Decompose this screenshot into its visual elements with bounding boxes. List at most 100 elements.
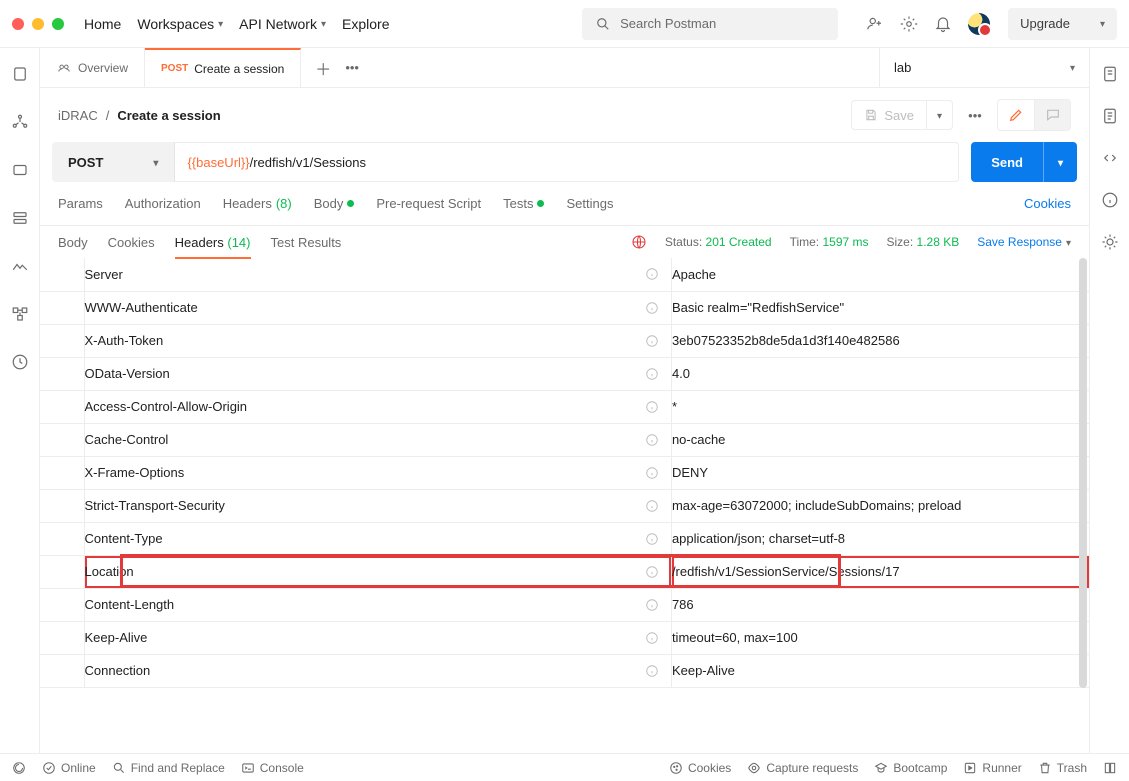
- info-icon[interactable]: [645, 598, 659, 612]
- online-status[interactable]: Online: [42, 761, 96, 775]
- info-icon[interactable]: [645, 400, 659, 414]
- window-controls[interactable]: [12, 18, 64, 30]
- http-method-selector[interactable]: POST ▾: [52, 142, 175, 182]
- sync-status-icon[interactable]: [12, 761, 26, 775]
- environments-icon[interactable]: [10, 160, 30, 180]
- nav-explore[interactable]: Explore: [342, 16, 389, 32]
- tab-options-icon[interactable]: •••: [345, 60, 359, 75]
- header-key-cell: OData-Version: [84, 357, 671, 390]
- docs-pane-icon[interactable]: [1100, 64, 1120, 84]
- invite-icon[interactable]: [866, 15, 884, 33]
- apis-icon[interactable]: [10, 112, 30, 132]
- status-value: 201 Created: [706, 235, 772, 249]
- header-value-cell: 786: [671, 588, 1089, 621]
- reqtab-settings[interactable]: Settings: [566, 196, 613, 211]
- info-icon[interactable]: [645, 532, 659, 546]
- info-icon[interactable]: [645, 631, 659, 645]
- info-pane-icon[interactable]: [1100, 190, 1120, 210]
- info-icon[interactable]: [645, 301, 659, 315]
- tab-request[interactable]: POST Create a session: [145, 48, 301, 87]
- monitors-icon[interactable]: [10, 256, 30, 276]
- trash-button[interactable]: Trash: [1038, 761, 1087, 775]
- restab-test-results[interactable]: Test Results: [271, 235, 342, 250]
- network-globe-icon[interactable]: [631, 234, 647, 250]
- code-pane-icon[interactable]: [1100, 148, 1120, 168]
- footer-cookies-button[interactable]: Cookies: [669, 761, 731, 775]
- mock-servers-icon[interactable]: [10, 208, 30, 228]
- info-icon[interactable]: [645, 664, 659, 678]
- reqtab-headers[interactable]: Headers (8): [223, 196, 292, 211]
- chevron-down-icon: ▾: [1100, 19, 1105, 30]
- restab-headers[interactable]: Headers (14): [175, 235, 251, 250]
- related-pane-icon[interactable]: [1100, 232, 1120, 252]
- close-window-icon[interactable]: [12, 18, 24, 30]
- minimize-window-icon[interactable]: [32, 18, 44, 30]
- header-key-cell: Content-Length: [84, 588, 671, 621]
- url-input[interactable]: {{baseUrl}}/redfish/v1/Sessions: [175, 142, 959, 182]
- save-button[interactable]: Save: [851, 100, 927, 130]
- header-value: Keep-Alive: [672, 663, 735, 678]
- cookies-link[interactable]: Cookies: [1024, 196, 1071, 211]
- row-gutter: [40, 654, 84, 687]
- time-value: 1597 ms: [822, 235, 868, 249]
- reqtab-body[interactable]: Body: [314, 196, 355, 211]
- save-response-label: Save Response: [977, 235, 1062, 249]
- reqtab-prerequest[interactable]: Pre-request Script: [376, 196, 481, 211]
- info-icon[interactable]: [645, 367, 659, 381]
- info-icon[interactable]: [645, 433, 659, 447]
- panes-toggle-button[interactable]: [1103, 761, 1117, 775]
- header-value: *: [672, 399, 677, 414]
- runner-button[interactable]: Runner: [963, 761, 1021, 775]
- collections-icon[interactable]: [10, 64, 30, 84]
- reqtab-authorization[interactable]: Authorization: [125, 196, 201, 211]
- save-response-button[interactable]: Save Response ▾: [977, 235, 1071, 249]
- edit-docs-button[interactable]: [998, 100, 1034, 130]
- row-gutter: [40, 456, 84, 489]
- reqtab-params[interactable]: Params: [58, 196, 103, 211]
- bootcamp-button[interactable]: Bootcamp: [874, 761, 947, 775]
- table-row: Cache-Controlno-cache: [40, 423, 1089, 456]
- comments-button[interactable]: [1034, 100, 1070, 130]
- info-icon[interactable]: [645, 499, 659, 513]
- new-tab-button[interactable]: ＋: [315, 56, 331, 80]
- tab-overview[interactable]: Overview: [40, 48, 145, 87]
- scrollbar[interactable]: [1079, 258, 1087, 688]
- flows-icon[interactable]: [10, 304, 30, 324]
- comments-pane-icon[interactable]: [1100, 106, 1120, 126]
- more-actions-button[interactable]: •••: [963, 108, 987, 123]
- settings-gear-icon[interactable]: [900, 15, 918, 33]
- restab-body[interactable]: Body: [58, 235, 88, 250]
- info-icon[interactable]: [645, 334, 659, 348]
- environment-selector[interactable]: lab ▾: [879, 48, 1089, 87]
- send-button[interactable]: Send ▾: [971, 142, 1077, 182]
- nav-api-network[interactable]: API Network ▾: [239, 16, 326, 32]
- header-value-cell: Keep-Alive: [671, 654, 1089, 687]
- send-options-caret[interactable]: ▾: [1043, 142, 1077, 182]
- notifications-bell-icon[interactable]: [934, 15, 952, 33]
- info-icon[interactable]: [645, 565, 659, 579]
- info-icon[interactable]: [645, 267, 659, 281]
- nav-home[interactable]: Home: [84, 16, 121, 32]
- info-icon[interactable]: [645, 466, 659, 480]
- breadcrumb-root[interactable]: iDRAC: [58, 108, 98, 123]
- console-button[interactable]: Console: [241, 761, 304, 775]
- save-label: Save: [884, 108, 914, 123]
- find-replace-button[interactable]: Find and Replace: [112, 761, 225, 775]
- avatar[interactable]: [968, 13, 990, 35]
- restab-cookies[interactable]: Cookies: [108, 235, 155, 250]
- nav-workspaces[interactable]: Workspaces ▾: [137, 16, 223, 32]
- status-bar: Online Find and Replace Console Cookies …: [0, 753, 1129, 781]
- search-input[interactable]: Search Postman: [582, 8, 838, 40]
- capture-label: Capture requests: [766, 761, 858, 775]
- save-options-button[interactable]: ▾: [927, 100, 953, 130]
- size-value: 1.28 KB: [917, 235, 960, 249]
- reqtab-body-label: Body: [314, 196, 344, 211]
- header-value: /redfish/v1/SessionService/Sessions/17: [672, 564, 900, 579]
- capture-requests-button[interactable]: Capture requests: [747, 761, 858, 775]
- header-key: Cache-Control: [85, 432, 169, 447]
- reqtab-tests[interactable]: Tests: [503, 196, 544, 211]
- header-value: max-age=63072000; includeSubDomains; pre…: [672, 498, 961, 513]
- maximize-window-icon[interactable]: [52, 18, 64, 30]
- history-icon[interactable]: [10, 352, 30, 372]
- upgrade-button[interactable]: Upgrade ▾: [1008, 8, 1117, 40]
